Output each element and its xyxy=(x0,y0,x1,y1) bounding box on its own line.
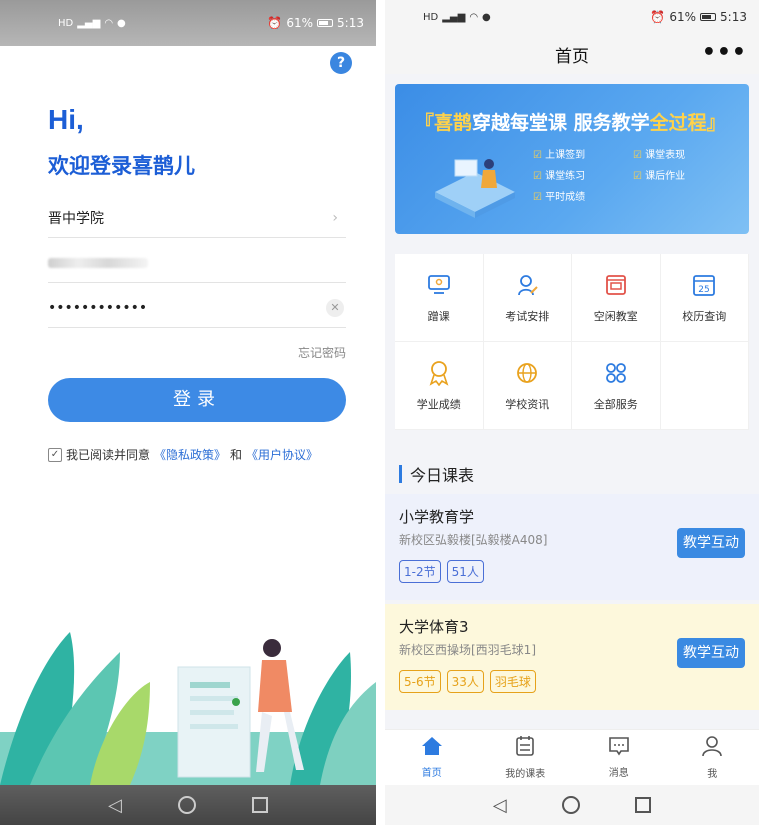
password-field[interactable]: •••••••••••• ✕ xyxy=(48,288,346,328)
award-icon xyxy=(426,360,452,386)
alarm-icon: ⏰ xyxy=(650,10,666,24)
course-tags: 5-6节 33人 羽毛球 xyxy=(399,670,745,693)
banner-illustration xyxy=(435,159,515,218)
greeting: Hi, xyxy=(48,104,84,135)
course-tag: 5-6节 xyxy=(399,670,441,693)
today-schedule-title: 今日课表 xyxy=(399,462,474,486)
tab-me[interactable]: 我 xyxy=(682,735,742,780)
home-circle-icon[interactable] xyxy=(177,796,196,814)
bottom-tab-bar: 首页 我的课表 消息 我 xyxy=(385,729,759,785)
service-free-classroom[interactable]: 空闲教室 xyxy=(572,254,661,342)
clock: 5:13 xyxy=(720,10,747,24)
course-name: 大学体育3 xyxy=(399,618,469,636)
battery-icon xyxy=(700,13,717,21)
svg-text:25: 25 xyxy=(699,285,710,295)
service-empty-slot xyxy=(660,342,749,430)
chevron-right-icon: › xyxy=(332,209,338,226)
recents-icon[interactable] xyxy=(251,797,268,813)
battery-percent: 61% xyxy=(669,10,697,24)
login-screen: HD ▂▄▆ ◠ ● ⏰ 61% 5:13 ? Hi, 欢迎登录喜鹊儿 晋中学院… xyxy=(0,0,376,825)
banner-slogan: 『喜鹊穿越每堂课 服务教学全过程』 xyxy=(415,112,726,134)
account-field[interactable] xyxy=(48,243,346,283)
password-value: •••••••••••• xyxy=(48,299,148,316)
privacy-policy-link[interactable]: 《隐私政策》 xyxy=(154,446,226,463)
agree-text: 我已阅读并同意 xyxy=(66,448,151,462)
tab-home[interactable]: 首页 xyxy=(402,736,462,779)
signal-icons: HD ▂▄▆ ◠ ● xyxy=(58,18,126,29)
service-grades[interactable]: 学业成绩 xyxy=(395,342,484,430)
calendar-icon: 25 xyxy=(691,272,717,298)
teaching-interaction-button[interactable]: 教学互动 xyxy=(677,638,745,668)
course-tag: 51人 xyxy=(446,560,484,583)
battery-icon xyxy=(317,19,334,27)
login-illustration xyxy=(0,632,376,785)
tab-messages[interactable]: 消息 xyxy=(589,736,649,779)
course-card[interactable]: 小学教育学 新校区弘毅楼[弘毅楼A408] 1-2节 51人 教学互动 xyxy=(385,494,759,600)
status-bar: HD ▂▄▆ ◠ ● ⏰ 61% 5:13 xyxy=(385,0,759,34)
schedule-icon xyxy=(515,735,535,761)
signal-icons: HD ▂▄▆ ◠ ● xyxy=(423,12,491,23)
hd-icon: HD xyxy=(58,17,74,29)
person-icon xyxy=(701,735,723,761)
login-button[interactable]: 登录 xyxy=(48,378,346,422)
course-tag: 羽毛球 xyxy=(489,670,536,693)
back-icon[interactable]: ◁ xyxy=(108,795,122,816)
course-tag: 1-2节 xyxy=(399,560,441,583)
clear-icon[interactable]: ✕ xyxy=(326,298,344,317)
chat-icon: ● xyxy=(117,17,126,29)
message-icon xyxy=(608,736,630,760)
service-school-news[interactable]: 学校资讯 xyxy=(483,342,572,430)
service-all[interactable]: 全部服务 xyxy=(572,342,661,430)
system-nav-bar: ◁ xyxy=(385,785,759,825)
home-icon xyxy=(421,736,443,760)
and-text: 和 xyxy=(230,448,243,462)
page-title: 首页 xyxy=(555,46,589,67)
back-icon[interactable]: ◁ xyxy=(493,795,507,816)
hd-icon: HD xyxy=(423,11,439,23)
service-exam-schedule[interactable]: 考试安排 xyxy=(483,254,572,342)
agree-checkbox[interactable]: ✓ xyxy=(48,447,62,462)
status-bar: HD ▂▄▆ ◠ ● ⏰ 61% 5:13 xyxy=(0,0,376,46)
wifi-icon: ◠ xyxy=(469,11,479,23)
alarm-icon: ⏰ xyxy=(267,16,283,30)
help-button[interactable]: ? xyxy=(330,52,352,74)
home-screen: HD ▂▄▆ ◠ ● ⏰ 61% 5:13 首页 ••• 『喜鹊穿越每堂课 服务… xyxy=(385,0,759,825)
chat-icon: ● xyxy=(482,11,491,23)
battery-percent: 61% xyxy=(286,16,314,30)
grid-icon xyxy=(603,360,629,386)
monitor-icon xyxy=(426,272,452,298)
service-grid: 蹭课 考试安排 空闲教室 25 校历查询 学业成绩 学校资讯 全部服务 xyxy=(395,254,749,430)
wifi-icon: ◠ xyxy=(104,17,114,29)
signal-icon: ▂▄▆ xyxy=(77,17,101,29)
classroom-icon xyxy=(603,272,629,298)
service-audit-class[interactable]: 蹭课 xyxy=(395,254,484,342)
system-nav-bar: ◁ xyxy=(0,785,376,825)
banner-features: 上课签到 课堂表现 课堂练习 课后作业 平时成绩 xyxy=(533,146,743,203)
course-tags: 1-2节 51人 xyxy=(399,560,745,583)
course-name: 小学教育学 xyxy=(399,508,475,526)
agreement-row: ✓ 我已阅读并同意 《隐私政策》 和 《用户协议》 xyxy=(48,446,318,463)
clock: 5:13 xyxy=(337,16,364,30)
school-value: 晋中学院 xyxy=(48,210,104,227)
teaching-interaction-button[interactable]: 教学互动 xyxy=(677,528,745,558)
exam-icon xyxy=(514,272,540,298)
title-bar: 首页 ••• xyxy=(385,34,759,74)
recents-icon[interactable] xyxy=(635,797,652,813)
welcome-title: 欢迎登录喜鹊儿 xyxy=(48,154,195,178)
course-tag: 33人 xyxy=(446,670,484,693)
more-menu-icon[interactable]: ••• xyxy=(702,40,747,65)
school-select[interactable]: 晋中学院 › xyxy=(48,198,346,238)
home-circle-icon[interactable] xyxy=(561,796,580,814)
globe-icon xyxy=(514,360,540,386)
tab-my-schedule[interactable]: 我的课表 xyxy=(495,735,555,780)
signal-icon: ▂▄▆ xyxy=(442,11,466,23)
course-card[interactable]: 大学体育3 新校区西操场[西羽毛球1] 5-6节 33人 羽毛球 教学互动 xyxy=(385,604,759,710)
account-value-redacted xyxy=(48,257,148,268)
promo-banner[interactable]: 『喜鹊穿越每堂课 服务教学全过程』 上课签到 课堂表现 课堂练习 课后作业 平时… xyxy=(395,84,749,234)
service-school-calendar[interactable]: 25 校历查询 xyxy=(660,254,749,342)
user-agreement-link[interactable]: 《用户协议》 xyxy=(246,446,318,463)
forgot-password-link[interactable]: 忘记密码 xyxy=(298,344,346,361)
